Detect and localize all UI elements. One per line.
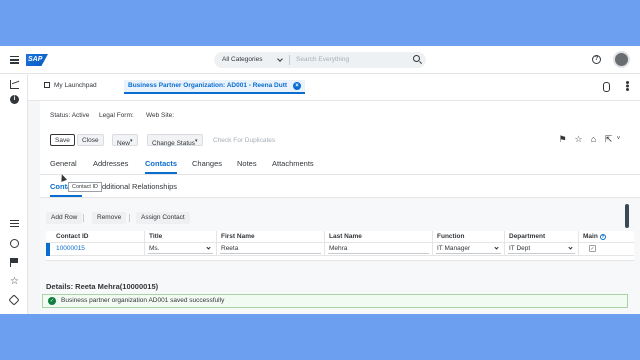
column-function[interactable]: Function <box>432 231 504 242</box>
tag-icon[interactable]: ⌂ <box>589 135 598 144</box>
home-icon <box>44 82 50 88</box>
column-title[interactable]: Title <box>144 231 216 242</box>
info-icon[interactable]: i <box>10 95 19 104</box>
main-checkbox[interactable]: ✓ <box>589 245 596 252</box>
legal-form-label: Legal Form: <box>99 112 134 119</box>
first-name-field[interactable]: Reeta <box>220 244 321 254</box>
divider <box>40 174 640 175</box>
more-icon[interactable] <box>626 81 629 84</box>
help-icon[interactable]: ? <box>599 234 606 240</box>
table-footer <box>46 256 634 261</box>
sap-logo[interactable]: SAP <box>26 54 48 66</box>
chevron-down-icon <box>494 245 499 250</box>
add-row-button[interactable]: Add Row <box>46 212 83 224</box>
cell-department[interactable]: IT Dept <box>504 243 578 255</box>
details-title: Details: Reeta Mehra(10000015) <box>46 282 159 291</box>
function-select[interactable]: IT Manager <box>436 244 501 254</box>
column-first-name[interactable]: First Name <box>216 231 324 242</box>
chevron-down-icon <box>568 245 573 250</box>
object-page: Status: Active Legal Form: Web Site: Sav… <box>40 101 640 314</box>
share-icon[interactable]: ⇱ <box>604 135 613 144</box>
change-status-button[interactable]: Change Status▾ <box>147 134 203 147</box>
table-row[interactable]: 10000015 Ms. Reeta Mehra IT Manager IT D… <box>46 243 634 256</box>
tab-notes[interactable]: Notes <box>237 159 257 168</box>
close-button[interactable]: Close <box>77 134 104 146</box>
status-value: Active <box>71 112 90 119</box>
cell-title[interactable]: Ms. <box>144 243 216 255</box>
row-selector[interactable] <box>46 243 50 256</box>
cell-function[interactable]: IT Manager <box>432 243 504 255</box>
tab-changes[interactable]: Changes <box>192 159 222 168</box>
history-icon[interactable] <box>10 239 19 248</box>
department-select[interactable]: IT Dept <box>508 244 575 254</box>
favorite-icon[interactable]: ☆ <box>574 135 583 144</box>
flag-icon[interactable]: ⚑ <box>558 135 567 144</box>
star-icon[interactable]: ☆ <box>10 277 19 287</box>
tooltip: Contact ID <box>68 182 102 192</box>
save-button[interactable]: Save <box>50 134 75 146</box>
last-name-field[interactable]: Mehra <box>328 244 429 254</box>
tab-my-launchpad[interactable]: My Launchpad <box>44 82 97 89</box>
side-rail: i ☆ <box>0 74 28 314</box>
list-icon[interactable] <box>10 220 19 229</box>
tab-business-partner[interactable]: Business Partner Organization: AD001 - R… <box>124 80 306 94</box>
contact-id-link[interactable]: 10000015 <box>56 245 85 252</box>
avatar[interactable] <box>613 51 630 68</box>
table-header: Contact ID Title First Name Last Name Fu… <box>46 231 634 243</box>
shell-bar: SAP All Categories Search Everything ? <box>0 46 640 74</box>
scrollbar[interactable] <box>625 204 629 228</box>
title-select[interactable]: Ms. <box>148 244 213 254</box>
cell-last-name[interactable]: Mehra <box>324 243 432 255</box>
cell-main[interactable]: ✓ <box>578 243 634 255</box>
tab-contacts[interactable]: Contacts <box>145 159 178 174</box>
contacts-table: Contact ID Title First Name Last Name Fu… <box>46 231 634 261</box>
sap-window: SAP All Categories Search Everything ? i… <box>0 46 640 314</box>
message-text: Business partner organization AD001 save… <box>61 297 225 304</box>
search-input[interactable]: Search Everything <box>296 56 349 63</box>
success-message: ✓ Business partner organization AD001 sa… <box>42 294 628 308</box>
tab-label: Business Partner Organization: AD001 - R… <box>128 82 288 89</box>
category-select[interactable]: All Categories <box>222 56 262 63</box>
status-label: Status: Active <box>50 112 90 119</box>
divider <box>289 55 290 65</box>
tab-attachments[interactable]: Attachments <box>272 159 314 168</box>
remove-button[interactable]: Remove <box>92 212 127 224</box>
flag-icon[interactable] <box>10 258 19 267</box>
search-icon[interactable] <box>413 55 420 62</box>
tab-general[interactable]: General <box>50 159 77 168</box>
tab-label: My Launchpad <box>54 82 97 89</box>
cell-first-name[interactable]: Reeta <box>216 243 324 255</box>
website-label: Web Site: <box>146 112 175 119</box>
help-icon[interactable]: ? <box>592 55 601 64</box>
close-icon[interactable]: × <box>293 82 302 90</box>
divider <box>129 214 130 222</box>
new-button[interactable]: New▾ <box>112 134 138 147</box>
analytics-icon[interactable] <box>10 80 19 89</box>
menu-icon[interactable] <box>10 56 19 64</box>
column-department[interactable]: Department <box>504 231 578 242</box>
divider <box>83 214 84 222</box>
column-main[interactable]: Main? <box>578 231 634 242</box>
chevron-down-icon <box>206 245 211 250</box>
cell-contact-id[interactable]: 10000015 <box>52 243 144 255</box>
check-duplicates-button[interactable]: Check For Duplicates <box>208 134 280 146</box>
search-bar[interactable]: All Categories Search Everything <box>214 52 426 68</box>
column-last-name[interactable]: Last Name <box>324 231 432 242</box>
tab-addresses[interactable]: Addresses <box>93 159 128 168</box>
success-icon: ✓ <box>48 297 56 305</box>
chevron-down-icon <box>277 56 283 62</box>
chevron-down-icon[interactable]: ˅ <box>614 135 623 144</box>
tag-icon[interactable] <box>8 294 20 306</box>
mobile-icon[interactable] <box>603 82 610 92</box>
assign-contact-button[interactable]: Assign Contact <box>136 212 190 224</box>
column-contact-id[interactable]: Contact ID <box>52 231 144 242</box>
subtab-additional-relationships[interactable]: Additional Relationships <box>97 182 177 191</box>
launchpad-tab-bar: My Launchpad Business Partner Organizati… <box>28 74 640 101</box>
